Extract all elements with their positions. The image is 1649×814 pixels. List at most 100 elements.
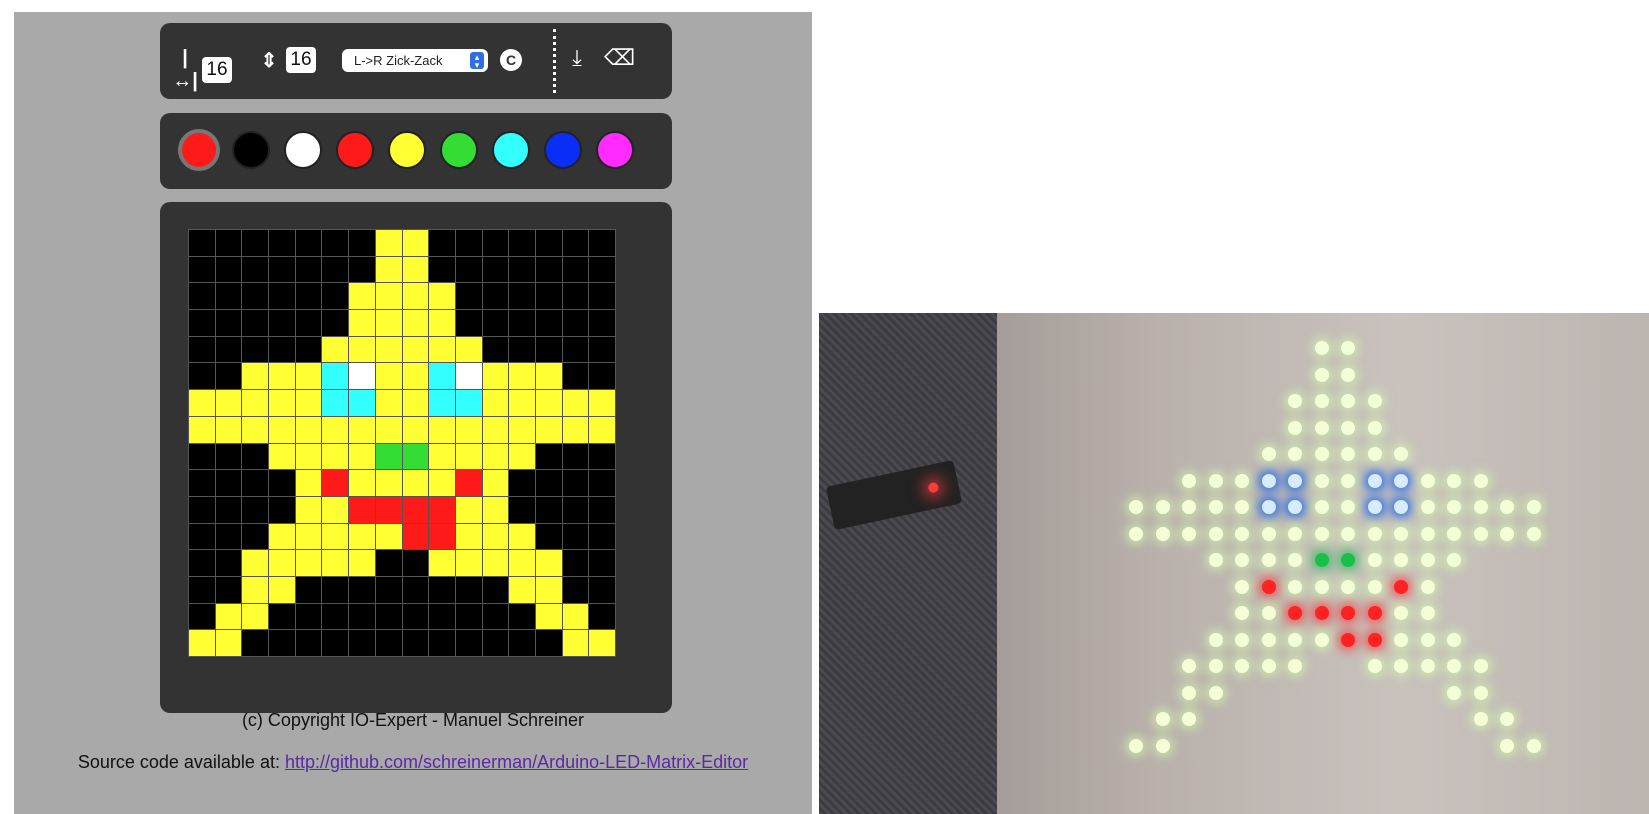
height-input[interactable]: 16 (286, 47, 316, 73)
matrix-cell[interactable] (295, 256, 322, 283)
matrix-cell[interactable] (429, 336, 455, 363)
matrix-cell[interactable] (189, 310, 215, 336)
matrix-cell[interactable] (562, 630, 589, 656)
matrix-cell[interactable] (589, 390, 615, 416)
color-swatch[interactable] (596, 131, 634, 169)
matrix-cell[interactable] (562, 443, 589, 470)
matrix-cell[interactable] (242, 496, 269, 523)
matrix-cell[interactable] (562, 416, 589, 443)
matrix-cell[interactable] (402, 256, 429, 283)
matrix-cell[interactable] (295, 336, 322, 363)
matrix-cell[interactable] (562, 523, 589, 550)
matrix-cell[interactable] (509, 310, 535, 336)
matrix-cell[interactable] (509, 523, 535, 550)
matrix-cell[interactable] (375, 470, 402, 496)
matrix-cell[interactable] (322, 256, 349, 283)
matrix-cell[interactable] (269, 630, 295, 656)
matrix-cell[interactable] (295, 443, 322, 470)
matrix-cell[interactable] (535, 443, 562, 470)
matrix-cell[interactable] (509, 550, 535, 576)
matrix-cell[interactable] (535, 363, 562, 390)
matrix-cell[interactable] (402, 576, 429, 603)
matrix-cell[interactable] (562, 283, 589, 310)
matrix-cell[interactable] (322, 336, 349, 363)
matrix-cell[interactable] (482, 443, 509, 470)
download-button[interactable]: ⤓ (564, 45, 590, 71)
matrix-cell[interactable] (535, 310, 562, 336)
matrix-cell[interactable] (322, 443, 349, 470)
matrix-cell[interactable] (509, 416, 535, 443)
matrix-cell[interactable] (242, 310, 269, 336)
matrix-cell[interactable] (455, 550, 482, 576)
matrix-cell[interactable] (242, 416, 269, 443)
matrix-cell[interactable] (402, 390, 429, 416)
matrix-cell[interactable] (402, 310, 429, 336)
matrix-cell[interactable] (455, 576, 482, 603)
matrix-cell[interactable] (402, 230, 429, 256)
matrix-cell[interactable] (269, 576, 295, 603)
matrix-cell[interactable] (189, 416, 215, 443)
matrix-cell[interactable] (269, 230, 295, 256)
matrix-cell[interactable] (189, 630, 215, 656)
matrix-cell[interactable] (349, 443, 375, 470)
matrix-cell[interactable] (295, 496, 322, 523)
mode-select-box[interactable]: L->R Zick-Zack ▴ ▾ (342, 49, 488, 72)
matrix-cell[interactable] (482, 363, 509, 390)
matrix-cell[interactable] (562, 470, 589, 496)
matrix-cell[interactable] (509, 470, 535, 496)
matrix-cell[interactable] (482, 603, 509, 630)
matrix-cell[interactable] (589, 336, 615, 363)
matrix-cell[interactable] (295, 363, 322, 390)
matrix-cell[interactable] (269, 496, 295, 523)
matrix-cell[interactable] (269, 390, 295, 416)
matrix-cell[interactable] (322, 470, 349, 496)
matrix-cell[interactable] (322, 230, 349, 256)
matrix-cell[interactable] (349, 256, 375, 283)
matrix-cell[interactable] (322, 496, 349, 523)
matrix-cell[interactable] (535, 603, 562, 630)
matrix-cell[interactable] (562, 363, 589, 390)
matrix-cell[interactable] (482, 336, 509, 363)
matrix-cell[interactable] (562, 496, 589, 523)
matrix-cell[interactable] (242, 230, 269, 256)
matrix-cell[interactable] (322, 550, 349, 576)
matrix-cell[interactable] (322, 523, 349, 550)
matrix-cell[interactable] (455, 336, 482, 363)
matrix-cell[interactable] (269, 603, 295, 630)
matrix-cell[interactable] (509, 390, 535, 416)
matrix-cell[interactable] (215, 603, 242, 630)
matrix-cell[interactable] (215, 336, 242, 363)
matrix-cell[interactable] (589, 630, 615, 656)
matrix-cell[interactable] (509, 603, 535, 630)
matrix-cell[interactable] (589, 523, 615, 550)
matrix-cell[interactable] (215, 390, 242, 416)
matrix-cell[interactable] (189, 576, 215, 603)
matrix-cell[interactable] (295, 523, 322, 550)
matrix-cell[interactable] (295, 283, 322, 310)
matrix-cell[interactable] (589, 256, 615, 283)
matrix-cell[interactable] (349, 523, 375, 550)
matrix-cell[interactable] (375, 230, 402, 256)
matrix-cell[interactable] (189, 523, 215, 550)
matrix-cell[interactable] (242, 256, 269, 283)
matrix-cell[interactable] (269, 363, 295, 390)
matrix-cell[interactable] (349, 603, 375, 630)
matrix-cell[interactable] (429, 630, 455, 656)
matrix-cell[interactable] (482, 550, 509, 576)
matrix-cell[interactable] (509, 630, 535, 656)
matrix-cell[interactable] (242, 630, 269, 656)
matrix-cell[interactable] (589, 310, 615, 336)
matrix-cell[interactable] (189, 283, 215, 310)
matrix-cell[interactable] (295, 310, 322, 336)
matrix-cell[interactable] (322, 576, 349, 603)
matrix-cell[interactable] (349, 336, 375, 363)
matrix-cell[interactable] (589, 416, 615, 443)
matrix-cell[interactable] (375, 310, 402, 336)
matrix-cell[interactable] (402, 443, 429, 470)
matrix-cell[interactable] (375, 603, 402, 630)
matrix-cell[interactable] (295, 230, 322, 256)
matrix-cell[interactable] (562, 310, 589, 336)
matrix-cell[interactable] (215, 363, 242, 390)
matrix-cell[interactable] (455, 603, 482, 630)
matrix-cell[interactable] (429, 310, 455, 336)
